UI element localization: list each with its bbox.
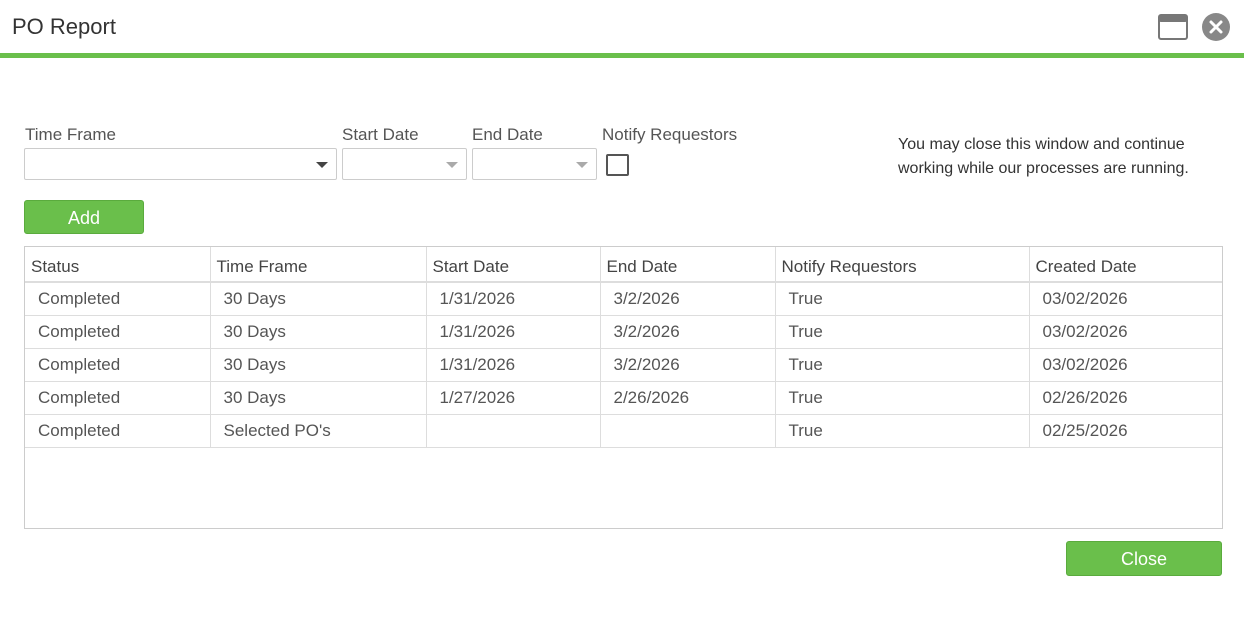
add-button[interactable]: Add: [24, 200, 144, 234]
cell-time-frame: Selected PO's: [210, 414, 427, 448]
table-row[interactable]: Completed Selected PO's True 02/25/2026: [25, 414, 1222, 448]
maximize-icon: [1158, 14, 1188, 40]
po-report-window: PO Report Time Frame Start Date End Date…: [0, 0, 1244, 620]
notify-requestors-label: Notify Requestors: [602, 125, 738, 144]
chevron-down-icon: [316, 162, 328, 168]
cell-notify-requestors: True: [775, 381, 1030, 415]
cell-start-date: [426, 414, 601, 448]
report-table: Status Time Frame Start Date End Date No…: [25, 247, 1222, 448]
cell-notify-requestors: True: [775, 348, 1030, 382]
table-row[interactable]: Completed 30 Days 1/31/2026 3/2/2026 Tru…: [25, 282, 1222, 316]
time-frame-select[interactable]: [24, 148, 337, 180]
cell-end-date: 3/2/2026: [600, 315, 776, 349]
cell-status: Completed: [25, 414, 211, 448]
cell-end-date: 2/26/2026: [600, 381, 776, 415]
cell-start-date: 1/31/2026: [426, 348, 601, 382]
table-header-row: Status Time Frame Start Date End Date No…: [25, 247, 1222, 283]
cell-created-date: 02/25/2026: [1029, 414, 1222, 448]
cell-created-date: 03/02/2026: [1029, 282, 1222, 316]
column-header-status[interactable]: Status: [25, 247, 211, 283]
cell-status: Completed: [25, 315, 211, 349]
end-date-select[interactable]: [472, 148, 597, 180]
cell-time-frame: 30 Days: [210, 381, 427, 415]
time-frame-label: Time Frame: [25, 125, 116, 144]
header-divider: [0, 53, 1244, 58]
cell-created-date: 03/02/2026: [1029, 348, 1222, 382]
table-row[interactable]: Completed 30 Days 1/27/2026 2/26/2026 Tr…: [25, 381, 1222, 415]
cell-time-frame: 30 Days: [210, 282, 427, 316]
start-date-select[interactable]: [342, 148, 467, 180]
end-date-label: End Date: [472, 125, 543, 144]
cell-start-date: 1/31/2026: [426, 282, 601, 316]
maximize-button[interactable]: [1158, 14, 1188, 40]
notify-requestors-checkbox[interactable]: [606, 154, 629, 176]
column-header-created-date[interactable]: Created Date: [1029, 247, 1222, 283]
info-line-2: working while our processes are running.: [898, 160, 1189, 177]
cell-created-date: 03/02/2026: [1029, 315, 1222, 349]
cell-time-frame: 30 Days: [210, 348, 427, 382]
info-line-1: You may close this window and continue: [898, 136, 1185, 153]
chevron-down-icon: [576, 162, 588, 168]
column-header-start-date[interactable]: Start Date: [426, 247, 601, 283]
cell-end-date: 3/2/2026: [600, 282, 776, 316]
cell-end-date: 3/2/2026: [600, 348, 776, 382]
cell-created-date: 02/26/2026: [1029, 381, 1222, 415]
cell-notify-requestors: True: [775, 282, 1030, 316]
column-header-time-frame[interactable]: Time Frame: [210, 247, 427, 283]
start-date-label: Start Date: [342, 125, 419, 144]
close-icon: [1202, 13, 1230, 41]
cell-end-date: [600, 414, 776, 448]
cell-start-date: 1/27/2026: [426, 381, 601, 415]
cell-time-frame: 30 Days: [210, 315, 427, 349]
close-window-button[interactable]: [1201, 12, 1231, 42]
background-processing-note: You may close this window and continue w…: [898, 133, 1218, 181]
cell-status: Completed: [25, 348, 211, 382]
window-title: PO Report: [12, 14, 116, 39]
close-button[interactable]: Close: [1066, 541, 1222, 576]
cell-status: Completed: [25, 282, 211, 316]
cell-status: Completed: [25, 381, 211, 415]
cell-notify-requestors: True: [775, 315, 1030, 349]
chevron-down-icon: [446, 162, 458, 168]
table-row[interactable]: Completed 30 Days 1/31/2026 3/2/2026 Tru…: [25, 315, 1222, 349]
report-history-grid: Status Time Frame Start Date End Date No…: [24, 246, 1223, 529]
column-header-notify-requestors[interactable]: Notify Requestors: [775, 247, 1030, 283]
table-row[interactable]: Completed 30 Days 1/31/2026 3/2/2026 Tru…: [25, 348, 1222, 382]
cell-start-date: 1/31/2026: [426, 315, 601, 349]
column-header-end-date[interactable]: End Date: [600, 247, 776, 283]
title-bar: PO Report: [0, 0, 1244, 54]
cell-notify-requestors: True: [775, 414, 1030, 448]
